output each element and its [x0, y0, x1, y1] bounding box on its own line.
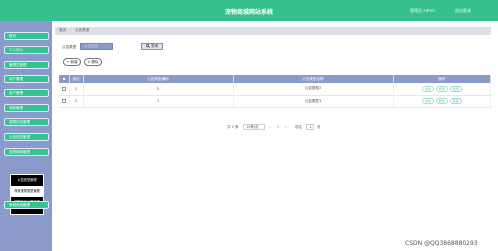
sidebar-item-admin-management[interactable]: 管理员管理 [4, 61, 49, 69]
detail-button[interactable]: 详情 [421, 98, 434, 104]
main-content: 首页 / 公告类型 公告类型 公告类型 查询 + 新增 ✕ 删除 索引 公告类型… [55, 21, 498, 251]
logout-link[interactable]: 退出登录 [455, 8, 471, 14]
sidebar-item-user-management[interactable]: 用户管理 [4, 75, 49, 83]
table-header-row: 索引 公告类型编码 公告类型名称 操作 [59, 75, 491, 83]
sidebar-item-notice-management[interactable]: 公告信息管理 [4, 133, 49, 141]
cell-name: 公告类型2 [233, 83, 394, 96]
current-user-label: 管理员 admin [410, 8, 436, 13]
breadcrumb-current: 公告类型 [75, 28, 90, 32]
sidebar-item-forum-management[interactable]: 宠物论坛管理 [4, 118, 49, 126]
select-all-checkbox[interactable] [61, 77, 66, 81]
breadcrumb: 首页 / 公告类型 [55, 27, 491, 35]
search-button[interactable]: 查询 [141, 43, 163, 50]
header-code: 公告类型编码 [83, 75, 234, 83]
plus-icon: + [66, 60, 70, 64]
table-row: 1 2 公告类型2 详情 修改 删除 [59, 83, 491, 96]
goto-page-value: 1 [309, 125, 312, 129]
sidebar-item-personal-center[interactable]: 个人中心 [4, 46, 49, 54]
sidebar-item-mall-management[interactable]: 宠物商城管理 [4, 148, 49, 156]
row-select[interactable] [59, 83, 70, 96]
search-label: 公告类型 [62, 45, 77, 49]
cell-index: 2 [69, 95, 84, 108]
edit-button[interactable]: 修改 [435, 85, 448, 92]
delete-button-label: 删除 [91, 60, 99, 64]
goto-page-input[interactable]: 1 [306, 124, 314, 130]
goto-label: 前往 [295, 125, 302, 129]
row-checkbox[interactable] [61, 99, 66, 103]
sidebar-item-system-management[interactable]: 商城系统管理 [4, 201, 49, 209]
row-checkbox[interactable] [61, 86, 66, 91]
sidebar-item-home[interactable]: 首页 [4, 32, 49, 40]
sidebar-item-merchant-management[interactable]: 商家管理 [4, 104, 49, 112]
search-input[interactable]: 公告类型 [80, 43, 113, 50]
submenu-item-pet-type[interactable]: 商家宠物类型管理 [11, 186, 43, 197]
page-size-value: 10条/页 [246, 125, 259, 129]
current-page[interactable]: 1 [277, 125, 279, 129]
breadcrumb-home[interactable]: 首页 [59, 28, 66, 33]
cell-actions: 详情 修改 删除 [393, 83, 491, 96]
sidebar-item-user-management-2[interactable]: 用户管理 [4, 89, 49, 97]
page-size-select[interactable]: 10条/页 [243, 124, 265, 130]
cell-index: 1 [69, 83, 84, 96]
row-delete-button[interactable]: 删除 [449, 98, 462, 104]
header-select-all[interactable] [59, 75, 70, 83]
header-index: 索引 [69, 75, 84, 83]
table-row: 2 1 公告类型1 详情 修改 删除 [59, 95, 491, 108]
notice-type-table: 索引 公告类型编码 公告类型名称 操作 1 2 公告类型2 详情 修改 删除 2 1… [59, 75, 491, 108]
next-page-icon[interactable]: › [285, 125, 286, 129]
search-button-label: 查询 [151, 44, 159, 48]
search-icon [146, 44, 150, 48]
add-button[interactable]: + 新增 [63, 58, 81, 66]
top-header-bar: 宠物商城网站系统 管理员 admin 退出登录 [0, 0, 498, 21]
prev-page-icon[interactable]: ‹ [269, 125, 270, 129]
row-select[interactable] [59, 95, 70, 108]
pagination: 共 2 条 10条/页 ‹ 1 › 前往 1 页 [55, 124, 498, 132]
header-name: 公告类型名称 [233, 75, 394, 83]
detail-button[interactable]: 详情 [421, 85, 434, 92]
watermark: CSDN @QQ3868880293 [405, 240, 478, 247]
cell-name: 公告类型1 [233, 95, 394, 108]
add-button-label: 新增 [70, 60, 78, 64]
sidebar: 首页 个人中心 管理员管理 用户管理 用户管理 商家管理 宠物论坛管理 公告信息… [0, 21, 52, 251]
cell-code: 2 [83, 83, 234, 96]
delete-button[interactable]: ✕ 删除 [84, 58, 102, 66]
header-actions: 操作 [393, 75, 491, 83]
row-delete-button[interactable]: 删除 [449, 85, 462, 92]
pager-total: 共 2 条 [227, 125, 239, 129]
submenu-item-notice-type[interactable]: 公告类型管理 [11, 175, 43, 186]
trash-icon: ✕ [87, 60, 91, 64]
cell-code: 1 [83, 95, 234, 108]
edit-button[interactable]: 修改 [435, 98, 448, 104]
cell-actions: 详情 修改 删除 [393, 95, 491, 108]
breadcrumb-separator: / [70, 28, 72, 32]
page-unit-label: 页 [317, 125, 321, 129]
